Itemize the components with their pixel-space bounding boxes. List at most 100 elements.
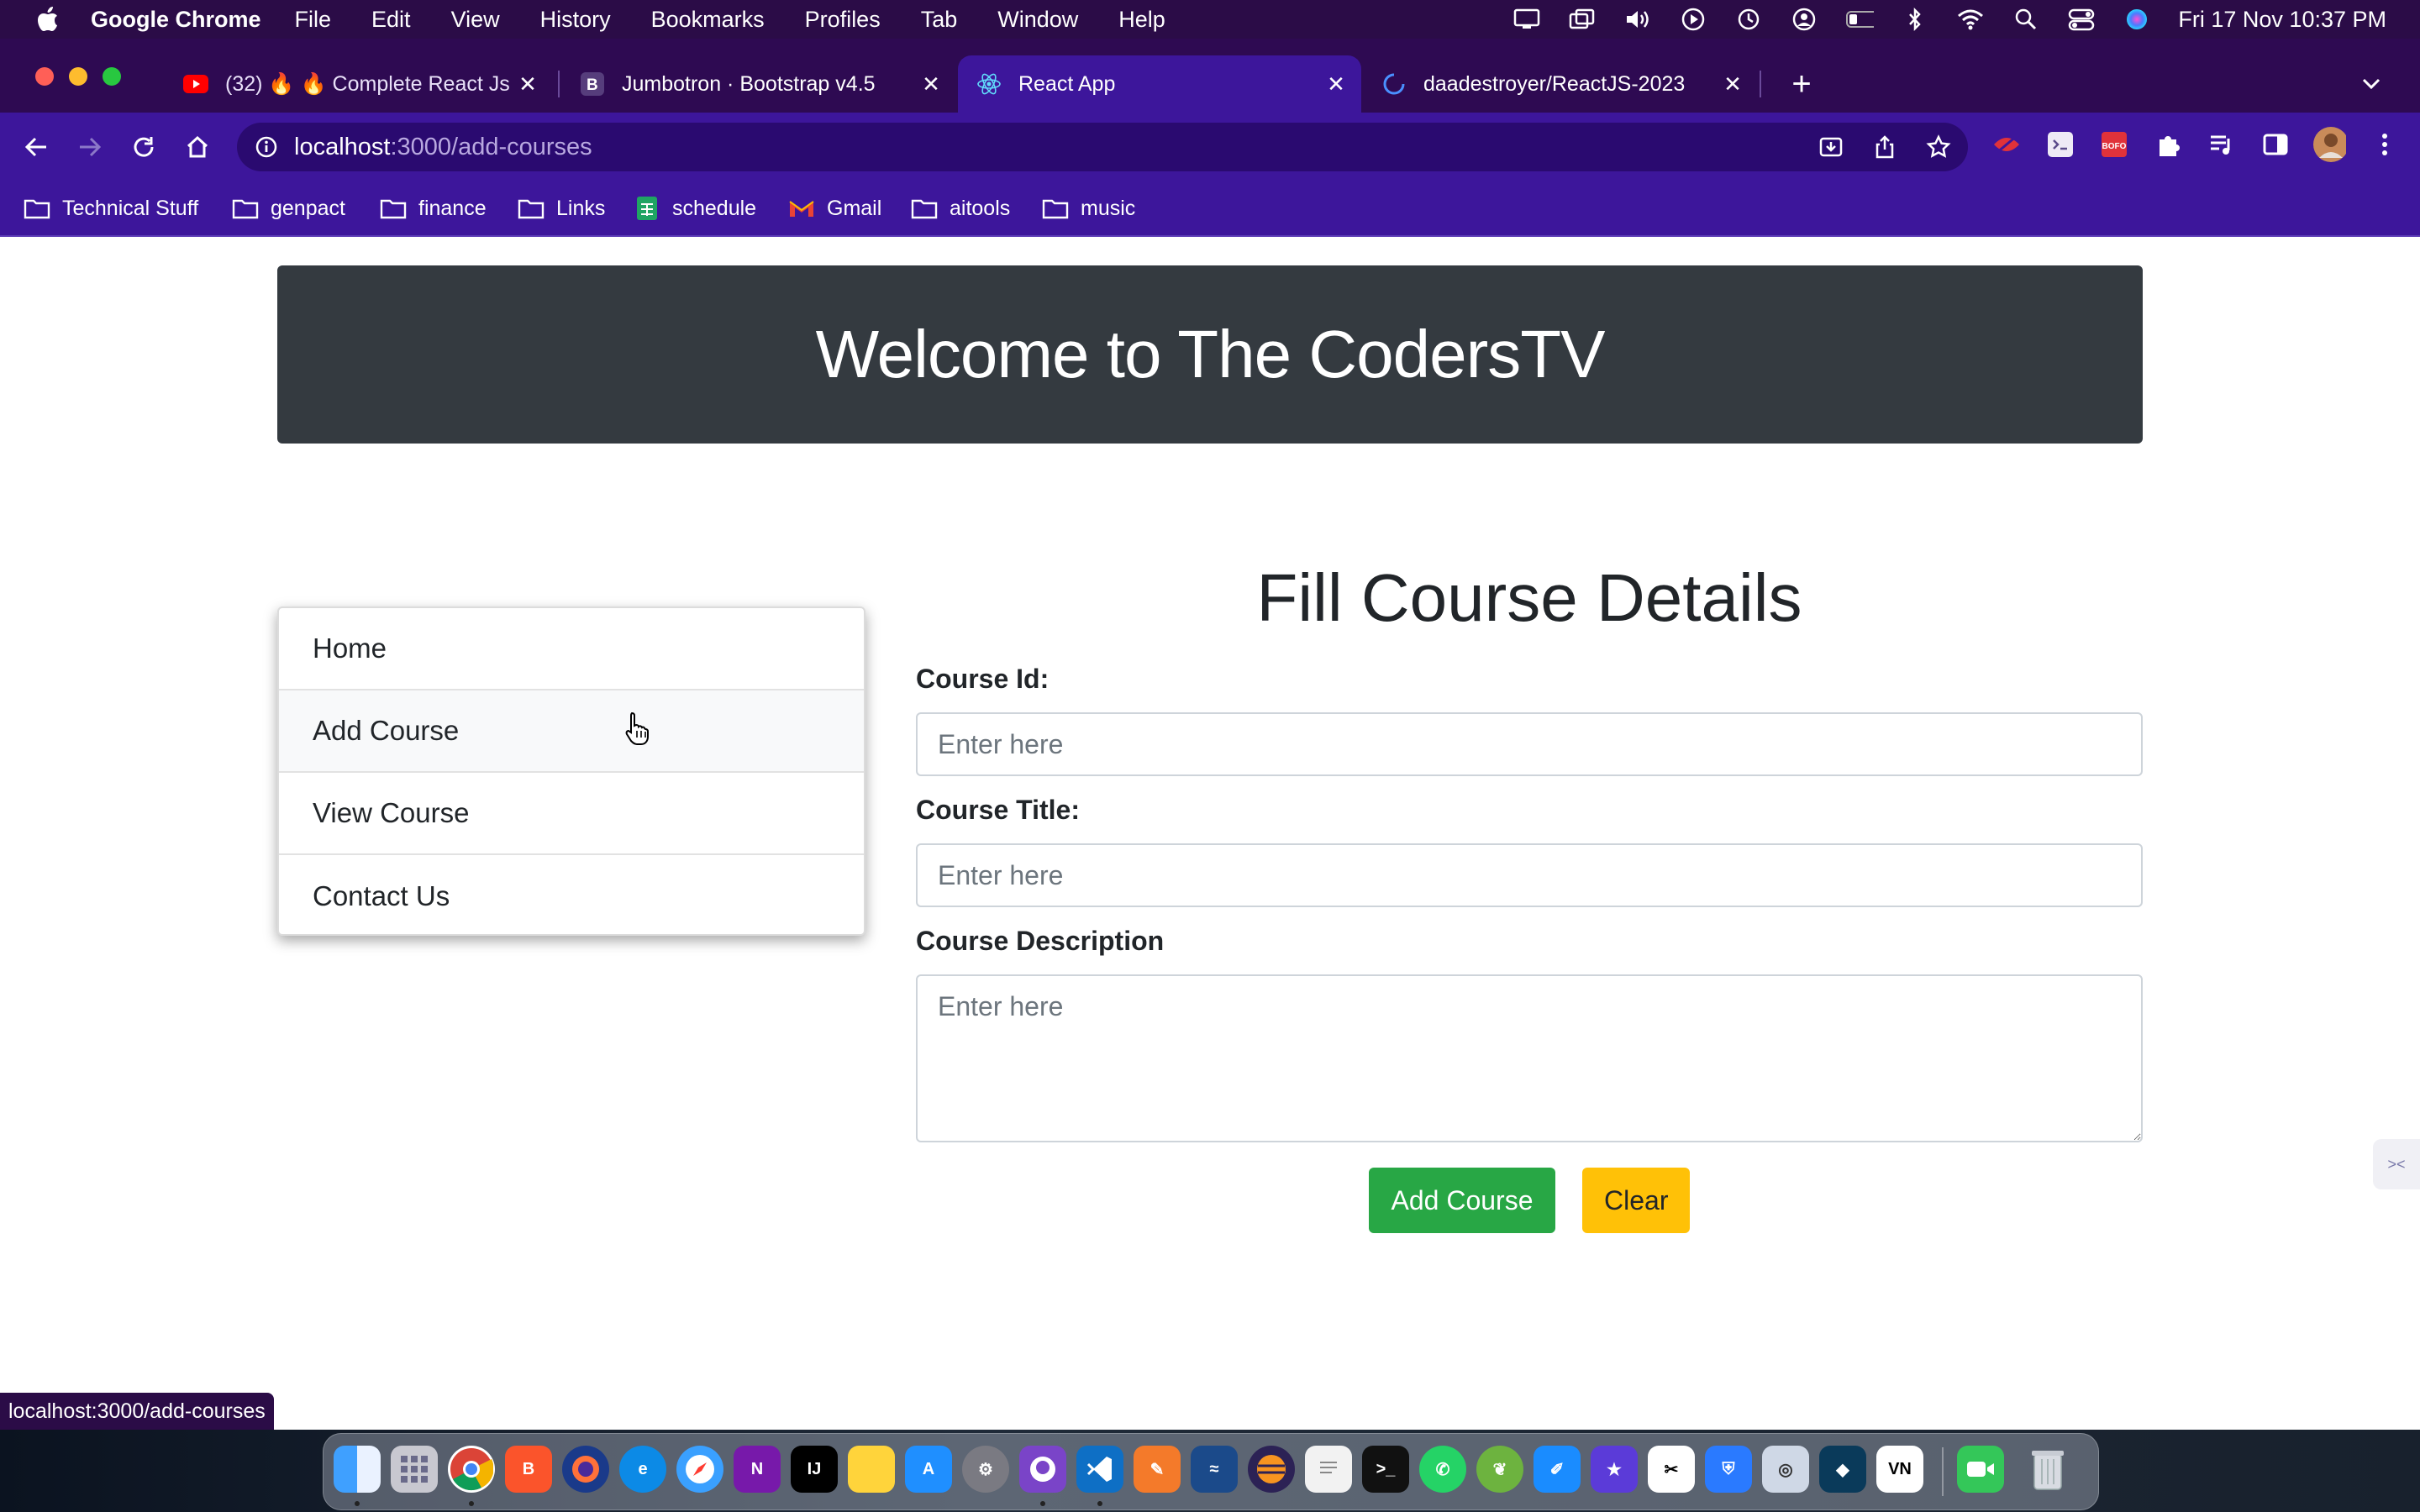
capcut-icon[interactable]: ✂ xyxy=(1648,1446,1695,1493)
mysql-workbench-icon[interactable]: ≈ xyxy=(1191,1446,1238,1493)
trash-icon[interactable] xyxy=(2024,1446,2071,1493)
window-zoom-button[interactable] xyxy=(103,67,121,86)
textedit-icon[interactable] xyxy=(1305,1446,1352,1493)
menu-help[interactable]: Help xyxy=(1118,7,1165,33)
media-queue-icon[interactable] xyxy=(2205,128,2238,161)
window-close-button[interactable] xyxy=(35,67,54,86)
chrome-icon[interactable] xyxy=(448,1446,495,1493)
firefox-icon[interactable] xyxy=(562,1446,609,1493)
nav-item-view-course[interactable]: View Course xyxy=(279,773,864,855)
vscode-icon[interactable] xyxy=(1076,1446,1123,1493)
bookmark-links[interactable]: Links xyxy=(518,193,605,223)
menu-history[interactable]: History xyxy=(540,7,611,33)
bookmark-finance[interactable]: finance xyxy=(380,193,487,223)
tab-search-chevron-icon[interactable] xyxy=(2351,64,2391,104)
course-title-input[interactable] xyxy=(916,843,2143,907)
postman-icon[interactable]: ✎ xyxy=(1134,1446,1181,1493)
back-arrow-icon[interactable] xyxy=(15,126,57,168)
nav-item-contact-us[interactable]: Contact Us xyxy=(279,855,864,934)
close-tab-icon[interactable]: ✕ xyxy=(511,67,544,101)
profile-avatar[interactable] xyxy=(2312,127,2346,162)
new-tab-plus-icon[interactable]: + xyxy=(1781,64,1822,104)
sourcetree-icon[interactable]: ◆ xyxy=(1819,1446,1866,1493)
draw-app-icon[interactable]: ✐ xyxy=(1534,1446,1581,1493)
menu-bookmarks[interactable]: Bookmarks xyxy=(651,7,765,33)
reload-icon[interactable] xyxy=(123,126,165,168)
bookmark-gmail[interactable]: Gmail xyxy=(788,193,881,223)
window-switch-icon[interactable] xyxy=(1568,7,1597,32)
launchpad-icon[interactable] xyxy=(391,1446,438,1493)
tab-bootstrap[interactable]: B Jumbotron · Bootstrap v4.5 ✕ xyxy=(561,55,956,113)
bookmark-star-icon[interactable] xyxy=(1926,134,1951,160)
bookmark-schedule[interactable]: schedule xyxy=(634,193,756,223)
display-icon[interactable] xyxy=(1512,7,1541,32)
chrome-menu-kebab-icon[interactable] xyxy=(2368,128,2402,161)
app-name-menu[interactable]: Google Chrome xyxy=(91,7,261,33)
eclipse-icon[interactable] xyxy=(1248,1446,1295,1493)
bluetooth-icon[interactable] xyxy=(1901,7,1929,32)
whatsapp-icon[interactable]: ✆ xyxy=(1419,1446,1466,1493)
nav-item-add-course[interactable]: Add Course xyxy=(279,690,864,773)
home-icon[interactable] xyxy=(176,126,218,168)
star-app-icon[interactable]: ★ xyxy=(1591,1446,1638,1493)
bookmark-music[interactable]: music xyxy=(1042,193,1135,223)
menu-view[interactable]: View xyxy=(451,7,500,33)
menu-edit[interactable]: Edit xyxy=(371,7,411,33)
spring-tools-icon[interactable]: ❦ xyxy=(1476,1446,1523,1493)
brave-icon[interactable]: B xyxy=(505,1446,552,1493)
menubar-clock[interactable]: Fri 17 Nov 10:37 PM xyxy=(2178,7,2386,33)
time-machine-icon[interactable] xyxy=(1734,7,1763,32)
tab-react-app-active[interactable]: React App ✕ xyxy=(958,55,1361,113)
onenote-icon[interactable]: N xyxy=(734,1446,781,1493)
menu-tab[interactable]: Tab xyxy=(921,7,958,33)
tab-youtube[interactable]: (32) 🔥 🔥 Complete React Js ✕ xyxy=(165,55,553,113)
tab-github-repo[interactable]: daadestroyer/ReactJS-2023 ✕ xyxy=(1363,55,1758,113)
menu-profiles[interactable]: Profiles xyxy=(805,7,881,33)
volume-icon[interactable] xyxy=(1623,7,1652,32)
apple-menu-icon[interactable] xyxy=(29,0,67,39)
extension-terminal-icon[interactable] xyxy=(2044,128,2077,161)
close-tab-icon[interactable]: ✕ xyxy=(1716,67,1749,101)
safari-icon[interactable] xyxy=(676,1446,723,1493)
vn-editor-icon[interactable]: VN xyxy=(1876,1446,1923,1493)
app-store-icon[interactable]: A xyxy=(905,1446,952,1493)
window-minimize-button[interactable] xyxy=(69,67,87,86)
side-panel-icon[interactable] xyxy=(2259,128,2292,161)
menu-file[interactable]: File xyxy=(295,7,332,33)
close-tab-icon[interactable]: ✕ xyxy=(1319,67,1353,101)
extension-bofo-icon[interactable]: BOFO xyxy=(2097,128,2131,161)
site-info-icon[interactable] xyxy=(254,134,279,160)
course-id-input[interactable] xyxy=(916,712,2143,776)
control-center-icon[interactable] xyxy=(2067,7,2096,32)
siri-icon[interactable] xyxy=(2123,7,2151,32)
nav-item-home[interactable]: Home xyxy=(279,608,864,690)
system-settings-icon[interactable]: ⚙ xyxy=(962,1446,1009,1493)
add-course-button[interactable]: Add Course xyxy=(1369,1168,1555,1233)
bookmark-aitools[interactable]: aitools xyxy=(911,193,1010,223)
security-shield-icon[interactable]: ⛨ xyxy=(1705,1446,1752,1493)
course-description-textarea[interactable] xyxy=(916,974,2143,1142)
extensions-puzzle-icon[interactable] xyxy=(2151,128,2185,161)
notes-icon[interactable] xyxy=(848,1446,895,1493)
edge-icon[interactable]: e xyxy=(619,1446,666,1493)
intellij-icon[interactable]: IJ xyxy=(791,1446,838,1493)
clear-button[interactable]: Clear xyxy=(1582,1168,1690,1233)
install-app-icon[interactable] xyxy=(1818,134,1844,160)
user-account-icon[interactable] xyxy=(1790,7,1818,32)
github-desktop-icon[interactable] xyxy=(1019,1446,1066,1493)
bookmark-technical-stuff[interactable]: Technical Stuff xyxy=(24,193,198,223)
wifi-icon[interactable] xyxy=(1956,7,1985,32)
media-play-icon[interactable] xyxy=(1679,7,1707,32)
spotlight-search-icon[interactable] xyxy=(2012,7,2040,32)
address-bar[interactable]: localhost:3000/add-courses xyxy=(237,123,1968,171)
forward-arrow-icon[interactable] xyxy=(69,126,111,168)
finder-icon[interactable] xyxy=(334,1446,381,1493)
bookmark-genpact[interactable]: genpact xyxy=(232,193,345,223)
preview-icon[interactable]: ◎ xyxy=(1762,1446,1809,1493)
battery-icon[interactable] xyxy=(1845,7,1875,32)
close-tab-icon[interactable]: ✕ xyxy=(914,67,948,101)
terminal-icon[interactable]: >_ xyxy=(1362,1446,1409,1493)
side-extension-tab-icon[interactable]: >< xyxy=(2373,1139,2420,1189)
extension-eye-off-icon[interactable] xyxy=(1990,128,2023,161)
menu-window[interactable]: Window xyxy=(997,7,1078,33)
